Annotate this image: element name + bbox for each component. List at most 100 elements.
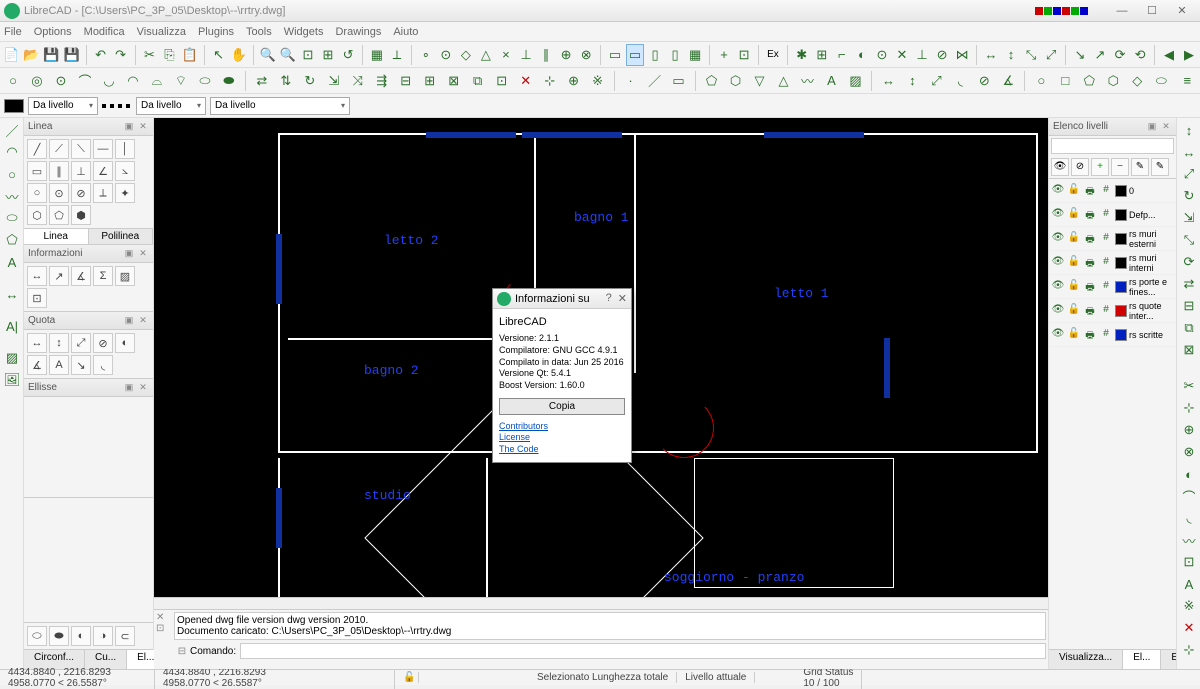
tool-b-icon[interactable]: ↗ — [1091, 44, 1109, 66]
ellipse2-icon[interactable]: ⬬ — [218, 70, 240, 92]
menu-aiuto[interactable]: Aiuto — [393, 26, 418, 38]
shape1-icon[interactable]: ○ — [1030, 70, 1052, 92]
rs-11-icon[interactable]: ⊠ — [1179, 340, 1199, 360]
linea-tool-16[interactable]: ⬡ — [27, 205, 47, 225]
rs-16-icon[interactable]: ◐ — [1179, 464, 1199, 484]
mod15-icon[interactable]: ※ — [587, 70, 609, 92]
color-swatch[interactable] — [4, 99, 24, 113]
rs-9-icon[interactable]: ⊟ — [1179, 296, 1199, 316]
arrow-left-icon[interactable]: ◀ — [1160, 44, 1178, 66]
eye-icon[interactable]: 👁 — [1051, 184, 1065, 198]
lock-icon[interactable]: 🔓 — [1067, 304, 1081, 318]
snap9-icon[interactable]: ⊗ — [577, 44, 595, 66]
print-icon[interactable]: 🖶 — [1083, 208, 1097, 222]
pan-icon[interactable]: ✋ — [230, 44, 248, 66]
quota-tool-7[interactable]: A — [49, 355, 69, 375]
linea-tool-6[interactable]: ▭ — [27, 161, 47, 181]
rs-14-icon[interactable]: ⊕ — [1179, 420, 1199, 440]
menu-tools[interactable]: Tools — [246, 26, 272, 38]
minimize-button[interactable]: — — [1108, 2, 1136, 20]
lock-icon[interactable]: 🔓 — [1067, 184, 1081, 198]
arc2-icon[interactable]: ◡ — [98, 70, 120, 92]
construct-icon[interactable]: # — [1099, 184, 1113, 198]
quota-tool-6[interactable]: ∡ — [27, 355, 47, 375]
linea-tool-2[interactable]: ⟋ — [49, 139, 69, 159]
restrict4-icon[interactable]: ⤢ — [1042, 44, 1060, 66]
about-link-license[interactable]: License — [499, 432, 625, 444]
construct-icon[interactable]: # — [1099, 208, 1113, 222]
bot-tool-2[interactable]: ⬬ — [49, 626, 69, 646]
zoomwin-icon[interactable]: ⊡ — [299, 44, 317, 66]
zoomprev-icon[interactable]: ↺ — [339, 44, 357, 66]
snap1-icon[interactable]: ∘ — [417, 44, 435, 66]
ellipse1-icon[interactable]: ⬭ — [194, 70, 216, 92]
lock-icon[interactable]: 🔓 — [1067, 232, 1081, 246]
mod8-icon[interactable]: ⊞ — [419, 70, 441, 92]
rs-13-icon[interactable]: ⊹ — [1179, 398, 1199, 418]
snap-near-icon[interactable]: ⋈ — [953, 44, 971, 66]
bot-tool-4[interactable]: ◑ — [93, 626, 113, 646]
rs-7-icon[interactable]: ⟳ — [1179, 252, 1199, 272]
snap8-icon[interactable]: ⊕ — [557, 44, 575, 66]
tab-polilinea[interactable]: Polilinea — [89, 229, 154, 244]
rs-1-icon[interactable]: ↕ — [1179, 120, 1199, 140]
snap7-icon[interactable]: ∥ — [537, 44, 555, 66]
linea-tool-3[interactable]: ⟍ — [71, 139, 91, 159]
view2-icon[interactable]: ▭ — [626, 44, 644, 66]
quota-tool-9[interactable]: ◟ — [93, 355, 113, 375]
ls-image-icon[interactable]: 🖼 — [2, 370, 22, 390]
tab-linea[interactable]: Linea — [24, 229, 89, 244]
menu-file[interactable]: File — [4, 26, 22, 38]
menu-visualizza[interactable]: Visualizza — [137, 26, 186, 38]
ls-hatch-icon[interactable]: ▨ — [2, 348, 22, 368]
lock-icon[interactable]: 🔓 — [1067, 280, 1081, 294]
snap-grid-icon[interactable]: ⊞ — [813, 44, 831, 66]
rs-15-icon[interactable]: ⊗ — [1179, 442, 1199, 462]
lineweight-dropdown[interactable]: Da livello — [210, 97, 350, 115]
linea-tool-4[interactable]: — — [93, 139, 113, 159]
info-tool-6[interactable]: ⊡ — [27, 288, 47, 308]
info-tool-3[interactable]: ∡ — [71, 266, 91, 286]
zoomout-icon[interactable]: 🔍 — [279, 44, 297, 66]
tool-d-icon[interactable]: ⟲ — [1131, 44, 1149, 66]
quota-tool-3[interactable]: ⤢ — [71, 333, 91, 353]
layer-dropdown[interactable]: Da livello — [28, 97, 98, 115]
snap2-icon[interactable]: ⊙ — [437, 44, 455, 66]
layer-hide-icon[interactable]: ⊘ — [1071, 158, 1089, 176]
snap-mid-icon[interactable]: ◐ — [853, 44, 871, 66]
quota-tool-1[interactable]: ↔ — [27, 333, 47, 353]
mod1-icon[interactable]: ⇄ — [251, 70, 273, 92]
mod3-icon[interactable]: ↻ — [299, 70, 321, 92]
layer-add-icon[interactable]: + — [1091, 158, 1109, 176]
linea-tool-8[interactable]: ⊥ — [71, 161, 91, 181]
rs-23-icon[interactable]: ✕ — [1179, 618, 1199, 638]
snap-perp-icon[interactable]: ⊥ — [913, 44, 931, 66]
arc1-icon[interactable]: ⌒ — [74, 70, 96, 92]
construct-icon[interactable]: # — [1099, 232, 1113, 246]
layer-row[interactable]: 👁 🔓 🖶 # rs scritte — [1049, 323, 1176, 347]
snap-int-icon[interactable]: ✕ — [893, 44, 911, 66]
rs-10-icon[interactable]: ⧉ — [1179, 318, 1199, 338]
linea-tool-15[interactable]: ✦ — [115, 183, 135, 203]
point-icon[interactable]: · — [620, 70, 642, 92]
view4-icon[interactable]: ▯ — [666, 44, 684, 66]
info-tool-2[interactable]: ↗ — [49, 266, 69, 286]
linea-tool-17[interactable]: ⬠ — [49, 205, 69, 225]
ortho-icon[interactable]: ⟂ — [388, 44, 406, 66]
bot-tool-5[interactable]: ⊂ — [115, 626, 135, 646]
about-dialog-titlebar[interactable]: Informazioni su ? ✕ — [493, 289, 631, 309]
line-icon[interactable]: ／ — [644, 70, 666, 92]
menu-drawings[interactable]: Drawings — [335, 26, 381, 38]
cmd-close-icon[interactable]: ✕⊡ — [154, 610, 172, 636]
new-icon[interactable]: 📄 — [2, 44, 20, 66]
view1-icon[interactable]: ▭ — [606, 44, 624, 66]
mod11-icon[interactable]: ⊡ — [491, 70, 513, 92]
text1-icon[interactable]: A — [820, 70, 842, 92]
dim4-icon[interactable]: ◟ — [949, 70, 971, 92]
restrict2-icon[interactable]: ↕ — [1002, 44, 1020, 66]
layer-row[interactable]: 👁 🔓 🖶 # rs muri interni — [1049, 251, 1176, 275]
print-icon[interactable]: 🖶 — [1083, 280, 1097, 294]
mod4-icon[interactable]: ⇲ — [323, 70, 345, 92]
layer-filter-input[interactable] — [1051, 138, 1174, 154]
exit-icon[interactable]: Ex — [764, 44, 782, 66]
